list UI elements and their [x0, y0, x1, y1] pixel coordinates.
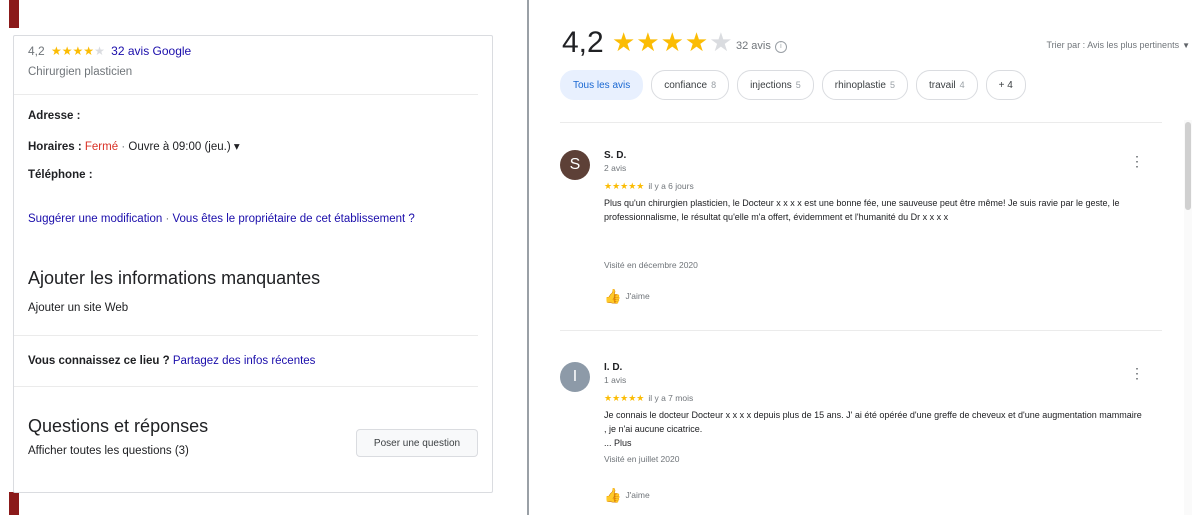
- suggest-edit-link[interactable]: Suggérer une modification: [28, 213, 162, 225]
- divider: [14, 335, 478, 336]
- read-more-link[interactable]: ... Plus: [604, 436, 632, 450]
- thumbs-up-icon: 👍: [604, 288, 622, 304]
- review-date: il y a 6 jours: [648, 181, 694, 191]
- review-text: Plus qu'un chirurgien plasticien, le Doc…: [604, 198, 1120, 222]
- visit-date: Visité en juillet 2020: [604, 454, 680, 464]
- avatar[interactable]: S: [560, 150, 590, 180]
- reviewer-review-count: 2 avis: [604, 163, 627, 173]
- dropdown-arrow-icon: ▼: [1182, 41, 1190, 50]
- rating-summary: 4,2 ★★★★★ 32 avis Google: [28, 44, 191, 58]
- missing-info-title: Ajouter les informations manquantes: [28, 268, 321, 288]
- review-item: S S. D. 2 avis ⋮ ★★★★★ il y a 6 jours Plu…: [560, 150, 1160, 310]
- share-info-link[interactable]: Partagez des infos récentes: [173, 355, 316, 367]
- add-website-link[interactable]: Ajouter un site Web: [28, 302, 128, 314]
- qa-title: Questions et réponses: [28, 416, 209, 436]
- reviews-rating-value: 4,2: [562, 26, 604, 59]
- rating-stars: ★★★★★: [51, 44, 105, 58]
- hours-next-open: Ouvre à 09:00 (jeu.): [128, 141, 231, 153]
- chip-injections[interactable]: injections 5: [737, 70, 814, 100]
- reviewer-name[interactable]: I. D.: [604, 362, 622, 373]
- like-button[interactable]: 👍 J'aime: [604, 288, 650, 305]
- reviewer-name[interactable]: S. D.: [604, 150, 626, 161]
- reviews-count: 32 avis i: [736, 40, 787, 53]
- avatar[interactable]: I: [560, 362, 590, 392]
- sort-dropdown[interactable]: Trier par : Avis les plus pertinents ▼: [1047, 40, 1190, 50]
- divider: [14, 94, 478, 95]
- address-row: Adresse :: [28, 110, 80, 122]
- ask-question-button[interactable]: Poser une question: [356, 429, 478, 457]
- phone-label: Téléphone :: [28, 169, 93, 181]
- place-info-panel: 4,2 ★★★★★ 32 avis Google Chirurgien plas…: [13, 35, 493, 493]
- know-place-label: Vous connaissez ce lieu ?: [28, 355, 170, 367]
- reviews-rating-stars: ★★★★★: [612, 27, 734, 57]
- accent-bar-bottom: [9, 492, 19, 515]
- hours-row[interactable]: Horaires : Fermé · Ouvre à 09:00 (jeu.) …: [28, 139, 240, 153]
- chip-more[interactable]: + 4: [985, 70, 1026, 100]
- more-options-icon[interactable]: ⋮: [1130, 154, 1144, 168]
- reviewer-review-count: 1 avis: [604, 375, 627, 385]
- hours-status: Fermé: [84, 141, 119, 153]
- google-reviews-link[interactable]: 32 avis Google: [111, 44, 191, 58]
- chip-confiance[interactable]: confiance 8: [651, 70, 730, 100]
- phone-row: Téléphone :: [28, 169, 93, 181]
- thumbs-up-icon: 👍: [604, 487, 622, 503]
- scrollbar-thumb[interactable]: [1185, 122, 1191, 210]
- divider: [14, 386, 478, 387]
- chip-all-reviews[interactable]: Tous les avis: [560, 70, 644, 100]
- review-stars: ★★★★★ il y a 6 jours: [604, 181, 694, 191]
- more-options-icon[interactable]: ⋮: [1130, 366, 1144, 380]
- review-item: I I. D. 1 avis ⋮ ★★★★★ il y a 7 mois Je c…: [560, 362, 1160, 512]
- hours-expand-icon[interactable]: ▾: [234, 141, 240, 153]
- visit-date: Visité en décembre 2020: [604, 260, 698, 270]
- owner-claim-link[interactable]: Vous êtes le propriétaire de cet établis…: [173, 213, 415, 225]
- sort-label: Trier par : Avis les plus pertinents: [1046, 40, 1180, 50]
- review-stars: ★★★★★ il y a 7 mois: [604, 393, 694, 403]
- address-label: Adresse :: [28, 110, 81, 122]
- business-category: Chirurgien plasticien: [28, 66, 133, 78]
- divider: [560, 122, 1162, 123]
- rating-value: 4,2: [28, 44, 45, 58]
- chip-travail[interactable]: travail 4: [915, 70, 978, 100]
- panel-divider: [527, 0, 529, 515]
- review-text: Je connais le docteur Docteur x x x x de…: [604, 410, 1142, 434]
- accent-bar-top: [9, 0, 19, 28]
- info-icon[interactable]: i: [774, 41, 787, 53]
- divider: [560, 330, 1162, 331]
- review-filter-chips: Tous les avis confiance 8 injections 5 rhi…: [560, 70, 1026, 100]
- show-all-questions-link[interactable]: Afficher toutes les questions (3): [28, 445, 189, 457]
- chip-rhinoplastie[interactable]: rhinoplastie 5: [821, 70, 908, 100]
- review-date: il y a 7 mois: [648, 393, 694, 403]
- hours-label: Horaires :: [28, 141, 82, 153]
- like-button[interactable]: 👍 J'aime: [604, 487, 650, 504]
- know-place-row: Vous connaissez ce lieu ? Partagez des i…: [28, 355, 315, 367]
- suggest-edit-block: Suggérer une modification · Vous êtes le…: [28, 213, 415, 225]
